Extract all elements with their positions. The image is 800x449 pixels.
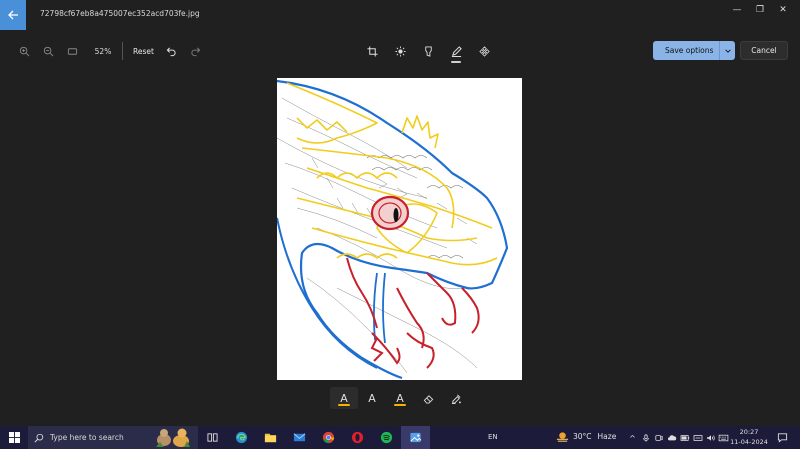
start-button[interactable] xyxy=(0,426,28,449)
haze-weather-icon xyxy=(556,432,569,442)
zoom-level: 52% xyxy=(94,46,112,56)
filter-button[interactable] xyxy=(414,40,442,62)
brightness-icon xyxy=(394,45,406,57)
spotify-app[interactable] xyxy=(372,426,401,449)
opera-app[interactable] xyxy=(343,426,372,449)
chevron-up-icon[interactable]: ^ xyxy=(626,428,639,448)
active-tool-indicator xyxy=(451,61,461,63)
system-tray: ^ xyxy=(626,428,730,448)
markup-button[interactable] xyxy=(442,40,470,63)
task-view-button[interactable] xyxy=(198,426,227,449)
edge-icon xyxy=(235,431,248,444)
save-options-button[interactable]: Save options xyxy=(653,41,735,60)
adjustment-button[interactable] xyxy=(386,40,414,62)
divider xyxy=(122,42,123,60)
mail-app[interactable] xyxy=(285,426,314,449)
crop-icon xyxy=(366,45,378,57)
notification-icon xyxy=(777,432,787,443)
tool-letter: A xyxy=(396,391,404,405)
tool-color-indicator xyxy=(338,404,350,406)
network-icon[interactable] xyxy=(691,428,704,448)
zoom-in-icon xyxy=(19,46,29,56)
pencil-tool[interactable]: A xyxy=(358,387,386,409)
tool-letter: A xyxy=(340,391,348,405)
file-explorer-app[interactable] xyxy=(256,426,285,449)
search-highlight-art xyxy=(156,428,190,447)
retouch-icon xyxy=(478,45,490,57)
undo-icon xyxy=(167,46,177,56)
highlighter-tool[interactable]: A xyxy=(386,387,414,409)
filter-icon xyxy=(424,45,432,57)
cancel-button[interactable]: Cancel xyxy=(740,41,788,60)
reset-button[interactable]: Reset xyxy=(127,47,160,56)
volume-icon[interactable] xyxy=(704,428,717,448)
zoom-out-button[interactable] xyxy=(36,40,60,62)
meet-now-icon[interactable] xyxy=(652,428,665,448)
microphone-icon[interactable] xyxy=(639,428,652,448)
temperature: 30°C xyxy=(573,432,592,441)
image-canvas[interactable] xyxy=(277,78,522,380)
edit-toolbar xyxy=(358,40,498,63)
eraser-icon xyxy=(423,394,433,404)
search-icon xyxy=(34,433,44,443)
redo-icon xyxy=(191,46,201,56)
keyboard-icon[interactable] xyxy=(717,428,730,448)
chevron-down-icon[interactable] xyxy=(719,41,735,60)
tool-letter: A xyxy=(368,391,376,405)
weather-widget[interactable]: 30°C Haze xyxy=(556,430,616,443)
notification-button[interactable] xyxy=(774,429,790,445)
close-button[interactable]: ✕ xyxy=(768,0,798,20)
redo-button[interactable] xyxy=(184,40,208,62)
task-view-icon xyxy=(207,433,218,442)
spotify-icon xyxy=(380,431,393,444)
windows-logo-icon xyxy=(8,432,20,443)
title-bar: 72798cf67eb8a475007ec352acd703fe.jpg — ❐… xyxy=(0,0,800,30)
arrow-left-icon xyxy=(8,10,18,20)
edge-app[interactable] xyxy=(227,426,256,449)
search-placeholder: Type here to search xyxy=(50,433,124,442)
clock[interactable]: 20:27 11-04-2024 xyxy=(730,427,768,447)
chrome-icon xyxy=(322,431,335,444)
folder-icon xyxy=(264,433,277,443)
battery-icon[interactable] xyxy=(678,428,691,448)
zoom-toolbar: 52% Reset xyxy=(12,40,208,62)
zoom-in-button[interactable] xyxy=(12,40,36,62)
retouch-button[interactable] xyxy=(470,40,498,62)
clock-time: 20:27 xyxy=(739,428,759,436)
markup-tools-bar: A A A xyxy=(330,387,470,409)
snake-drawing xyxy=(277,79,509,380)
file-name: 72798cf67eb8a475007ec352acd703fe.jpg xyxy=(40,9,200,18)
taskbar-search[interactable]: Type here to search xyxy=(28,426,198,449)
fit-window-icon xyxy=(67,47,77,55)
crop-button[interactable] xyxy=(358,40,386,62)
fit-to-window-button[interactable] xyxy=(60,40,84,62)
language-indicator[interactable]: EN xyxy=(488,433,498,441)
onedrive-icon[interactable] xyxy=(665,428,678,448)
photos-icon xyxy=(410,432,422,443)
mail-icon xyxy=(293,433,306,442)
opera-icon xyxy=(351,431,364,444)
touch-writing-tool[interactable] xyxy=(442,387,470,409)
photos-app[interactable] xyxy=(401,426,430,449)
eraser-tool[interactable] xyxy=(414,387,442,409)
ballpoint-pen-tool[interactable]: A xyxy=(330,387,358,409)
undo-button[interactable] xyxy=(160,40,184,62)
save-options-label: Save options xyxy=(665,46,714,55)
clock-date: 11-04-2024 xyxy=(730,438,768,446)
chrome-app[interactable] xyxy=(314,426,343,449)
tool-color-indicator xyxy=(394,404,406,406)
zoom-out-icon xyxy=(43,46,53,56)
touch-writing-icon xyxy=(451,394,461,404)
back-button[interactable] xyxy=(0,0,26,30)
weather-condition: Haze xyxy=(597,432,617,441)
pen-icon xyxy=(451,45,462,57)
